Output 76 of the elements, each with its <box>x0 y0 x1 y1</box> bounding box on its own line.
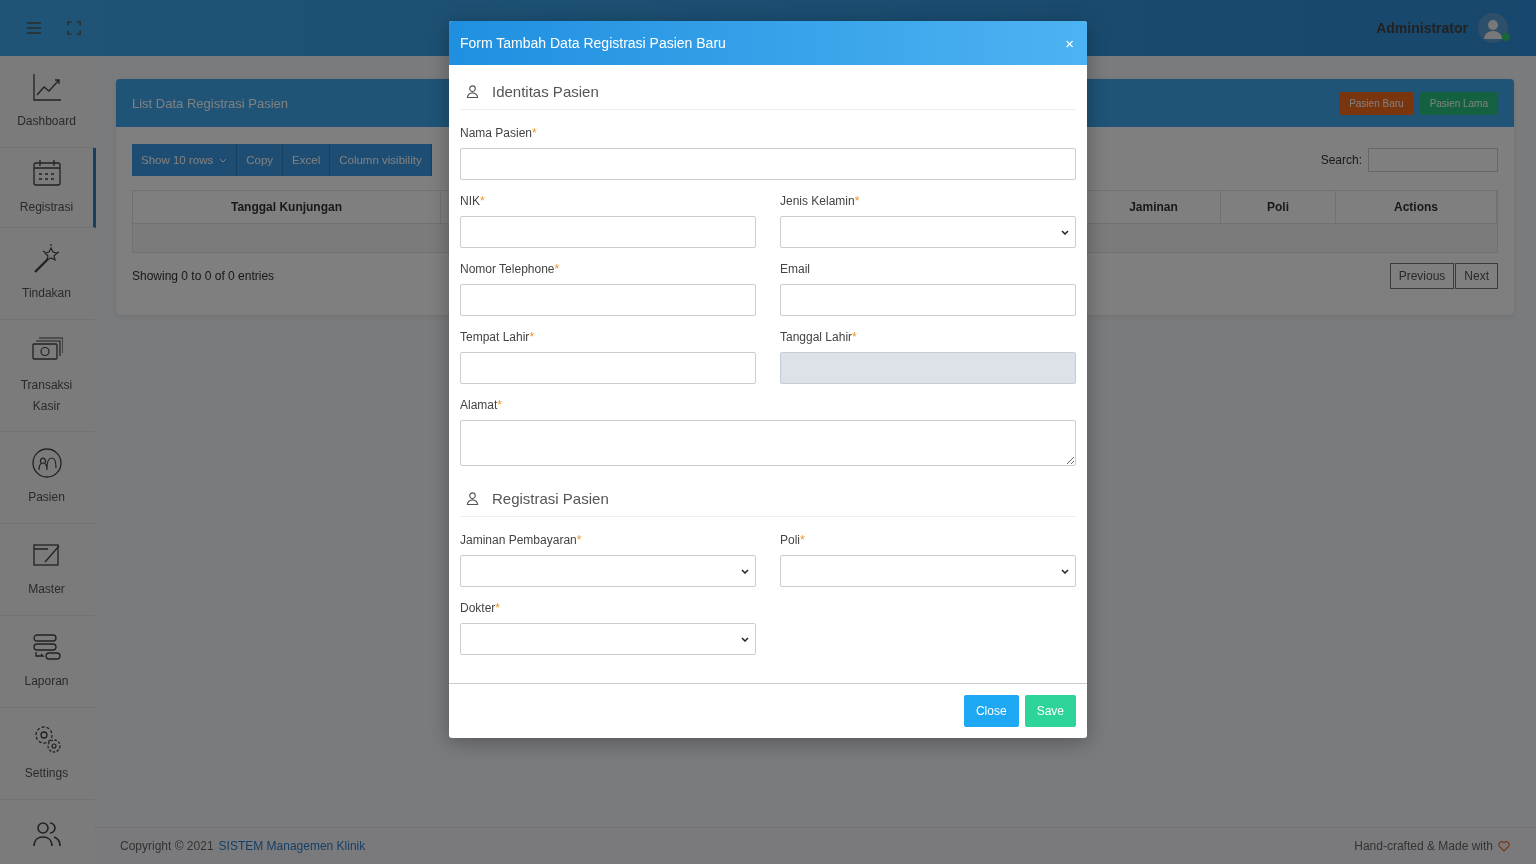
required-mark: * <box>497 398 503 412</box>
toolbar-button[interactable]: Excel <box>283 144 331 176</box>
sidebar-item[interactable]: Pasien <box>0 432 96 524</box>
select-field[interactable] <box>460 623 756 655</box>
toolbar-button[interactable]: Show 10 rows <box>132 144 238 176</box>
sidebar-item[interactable]: Laporan <box>0 616 96 708</box>
input-field[interactable] <box>460 148 1076 180</box>
field-label: Poli <box>780 533 800 547</box>
required-mark: * <box>852 330 857 344</box>
input-field[interactable] <box>460 352 756 384</box>
line-chart-icon <box>30 71 63 103</box>
field-label: NIK <box>460 194 480 208</box>
field-label: Dokter <box>460 601 496 615</box>
field-label: Jaminan Pembayaran <box>460 533 577 547</box>
select-field[interactable] <box>460 555 756 587</box>
required-mark: * <box>800 533 805 547</box>
pager-button[interactable]: Previous <box>1389 263 1455 289</box>
field-label: Jenis Kelamin <box>780 194 855 208</box>
footer-link[interactable]: SISTEM Managemen Klinik <box>218 839 366 853</box>
fullscreen-icon[interactable] <box>66 21 82 35</box>
select-field[interactable] <box>780 216 1076 248</box>
user-icon <box>466 492 479 505</box>
action-button[interactable]: Pasien Baru <box>1339 91 1414 115</box>
required-mark: * <box>576 533 582 547</box>
table-info: Showing 0 to 0 of 0 entries <box>132 269 275 283</box>
avatar[interactable] <box>1478 13 1508 43</box>
close-button[interactable]: × <box>1063 35 1076 51</box>
sidebar-item[interactable]: Master <box>0 524 96 616</box>
field-label: Email <box>780 262 810 276</box>
sidebar-item[interactable]: Settings <box>0 708 96 800</box>
sidebar-item[interactable]: Transaksi Kasir <box>0 320 96 432</box>
field-label: Tempat Lahir <box>460 330 530 344</box>
modal-title: Form Tambah Data Registrasi Pasien Baru <box>460 35 727 51</box>
copyright-text: Copyright © 2021 <box>120 839 214 853</box>
field-label: Nomor Telephone <box>460 262 555 276</box>
input-field[interactable] <box>460 284 756 316</box>
sidebar-item[interactable]: Registrasi <box>0 148 96 228</box>
dialog-button[interactable]: Close <box>963 695 1019 727</box>
online-dot <box>1502 33 1510 41</box>
dialog-button[interactable]: Save <box>1024 695 1076 727</box>
input-field[interactable] <box>780 284 1076 316</box>
chevron-icon <box>741 636 749 642</box>
section-title: Identitas Pasien <box>492 83 599 100</box>
pager-button[interactable]: Next <box>1455 263 1498 289</box>
chevron-icon <box>1061 568 1069 574</box>
credit-text: Hand-crafted & Made with <box>1354 839 1493 853</box>
toolbar-button[interactable]: Copy <box>237 144 284 176</box>
calendar-icon <box>30 157 63 189</box>
field-label: Nama Pasien <box>460 126 533 140</box>
sidebar-item[interactable]: Dashboard <box>0 56 96 148</box>
section-title: Registrasi Pasien <box>492 490 609 507</box>
list-arrow-icon <box>30 631 63 663</box>
caret-icon <box>219 157 228 163</box>
required-mark: * <box>554 262 560 276</box>
user-icon <box>466 85 479 98</box>
heart-icon <box>1498 840 1510 852</box>
field-label: Tanggal Lahir <box>780 330 853 344</box>
people-circle-icon <box>30 447 63 479</box>
required-mark: * <box>532 126 537 140</box>
input-field[interactable] <box>460 420 1076 466</box>
action-button[interactable]: Pasien Lama <box>1419 91 1498 115</box>
required-mark: * <box>480 194 485 208</box>
chevron-icon <box>741 568 749 574</box>
input-field[interactable] <box>460 216 756 248</box>
required-mark: * <box>854 194 860 208</box>
card-title: List Data Registrasi Pasien <box>132 95 289 111</box>
chevron-icon <box>1061 229 1069 235</box>
search-label: Search: <box>1320 153 1362 167</box>
search-field[interactable] <box>1368 148 1498 172</box>
required-mark: * <box>529 330 535 344</box>
menu-icon[interactable] <box>26 21 42 35</box>
field-label: Alamat <box>460 398 498 412</box>
toolbar-button[interactable]: Column visibility <box>330 144 432 176</box>
required-mark: * <box>495 601 500 615</box>
sidebar-item[interactable]: Tindakan <box>0 228 96 320</box>
select-field[interactable] <box>780 555 1076 587</box>
